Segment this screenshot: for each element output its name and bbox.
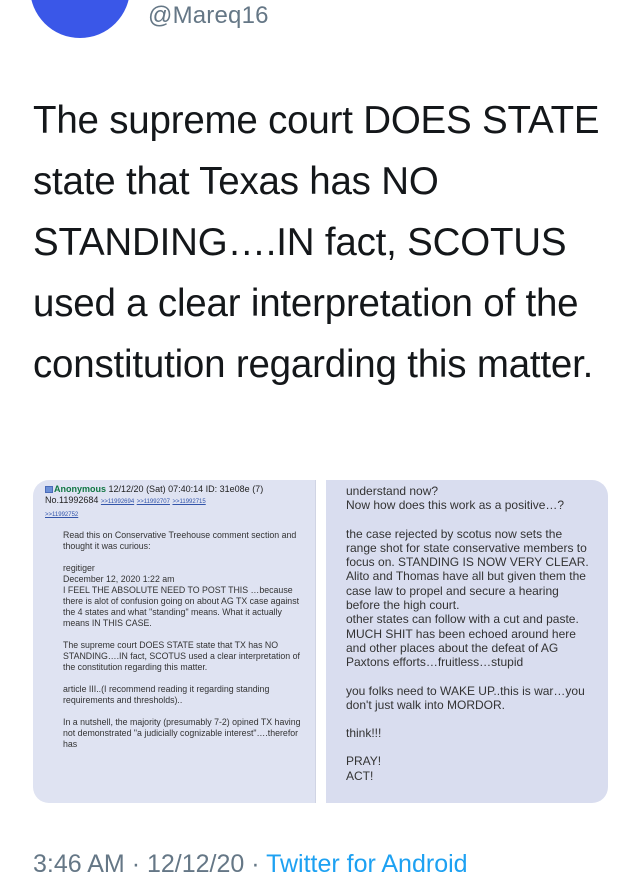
- tweet-time[interactable]: 3:46 AM: [33, 850, 125, 877]
- post-paragraph: understand now? Now how does this work a…: [346, 484, 565, 513]
- post-paragraph: The supreme court DOES STATE state that …: [63, 640, 300, 672]
- tweet-footer: 3:46 AM · 12/12/20 · Twitter for Android: [33, 850, 468, 877]
- post-body-continued: understand now? Now how does this work a…: [326, 480, 596, 783]
- post-paragraph: Read this on Conservative Treehouse comm…: [63, 530, 297, 551]
- reply-link: >>11992752: [45, 512, 79, 518]
- post-paragraph: the case rejected by scotus now sets the…: [346, 526, 589, 670]
- post-number: No.11992684: [45, 495, 99, 505]
- media-image-right[interactable]: understand now? Now how does this work a…: [326, 480, 608, 803]
- post-datetime: 12/12/20 (Sat) 07:40:14: [108, 484, 204, 494]
- tweet-date[interactable]: 12/12/20: [147, 850, 244, 877]
- poster-id: ID: 31e08e: [205, 484, 250, 494]
- poster-name: Anonymous: [54, 484, 107, 494]
- poster-id-count: (7): [252, 484, 264, 494]
- reply-link: >>11992715: [172, 499, 206, 505]
- user-handle[interactable]: @Mareq16: [148, 2, 269, 30]
- avatar[interactable]: [30, 0, 130, 38]
- reply-link: >>11992707: [136, 499, 170, 505]
- media-image-left[interactable]: Anonymous 12/12/20 (Sat) 07:40:14 ID: 31…: [33, 480, 316, 803]
- post-body: Read this on Conservative Treehouse comm…: [63, 530, 303, 761]
- post-paragraph: article III..(I recommend reading it reg…: [63, 684, 270, 705]
- post-paragraph: In a nutshell, the majority (presumably …: [63, 717, 301, 749]
- post-paragraph: regitiger December 12, 2020 1:22 am I FE…: [63, 563, 300, 628]
- avatar-shirt-shape: [30, 0, 130, 38]
- client-link[interactable]: Twitter for Android: [266, 850, 467, 877]
- separator: ·: [251, 850, 260, 877]
- post-header: Anonymous 12/12/20 (Sat) 07:40:14 ID: 31…: [33, 480, 315, 521]
- tweet-text: The supreme court DOES STATE state that …: [33, 99, 600, 386]
- post-paragraph: you folks need to WAKE UP..this is war…y…: [346, 683, 585, 712]
- tweet-media[interactable]: Anonymous 12/12/20 (Sat) 07:40:14 ID: 31…: [33, 480, 608, 803]
- post-paragraph: PRAY! ACT!: [346, 754, 382, 783]
- reply-link: >>11992694: [100, 499, 135, 505]
- checkbox-icon: [45, 486, 53, 493]
- separator: ·: [131, 850, 141, 877]
- post-paragraph: think!!!: [346, 726, 382, 741]
